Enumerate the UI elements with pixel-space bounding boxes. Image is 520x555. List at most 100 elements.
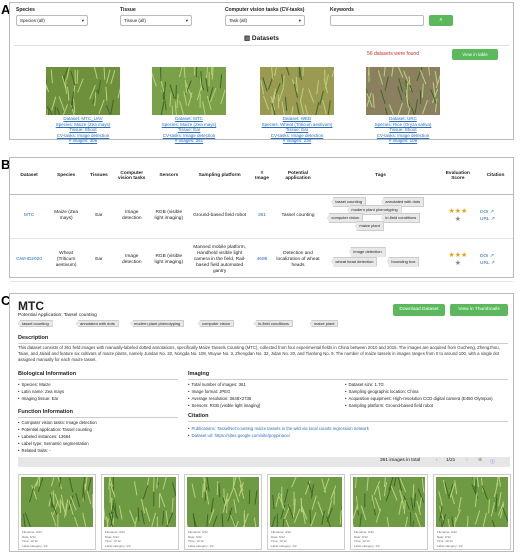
tag-chip[interactable]: image detection <box>349 246 386 257</box>
external-link-icon: ↗ <box>490 217 495 222</box>
tissue-select[interactable]: Tissue (all) ▾ <box>120 15 192 26</box>
info-text: Labeled instances: 13664 <box>21 434 71 439</box>
function-info-heading: Function Information <box>18 409 73 415</box>
info-item: Computer vision tasks: Image detection <box>18 419 97 426</box>
image-thumbnail-card[interactable]: Filename: 3/12 Date: 6/12 Time: 13:12 Label… <box>184 474 262 550</box>
publication-link[interactable]: Publications: TasselNet:counting maize t… <box>192 426 369 431</box>
dataset-detail-panel: MTC Potential Application: Tassel counti… <box>9 293 514 552</box>
col-evaluation-score[interactable]: Evaluation Score <box>437 158 478 195</box>
col-sampling-platform[interactable]: Sampling platform <box>187 158 252 195</box>
url-link[interactable]: URL <box>480 217 489 222</box>
info-text: Total number of images: 361 <box>191 382 246 387</box>
species-select[interactable]: Species (all) ▾ <box>16 15 88 26</box>
image-thumbnail-card[interactable]: Filename: 3/12 Date: 6/12 Time: 13:12 Label… <box>433 474 511 550</box>
info-text: Sensors: RGB (visible light imaging) <box>191 403 261 408</box>
tag-chip[interactable]: tassel counting <box>18 320 53 327</box>
image-thumbnail[interactable] <box>270 477 342 527</box>
url-link[interactable]: URL <box>480 261 489 266</box>
tag-chip[interactable]: bounding box <box>387 256 420 267</box>
col-potential-application[interactable]: Potential application <box>272 158 324 195</box>
dataset-card-caption[interactable]: Dataset: MTC_UAV Species: Maize (Zea mays… <box>37 116 129 144</box>
tag-chip[interactable]: annotated with dots <box>76 320 119 327</box>
image-thumbnail[interactable] <box>187 477 259 527</box>
image-thumbnail[interactable] <box>21 477 93 527</box>
dataset-thumbnail[interactable] <box>46 67 120 115</box>
help-icon[interactable]: ⓘ <box>490 458 495 465</box>
view-thumbnails-button[interactable]: View in Thumbnails <box>450 304 508 316</box>
description-text: This dataset consists of 361 field image… <box>18 345 500 362</box>
col-citation: Citation <box>477 158 513 195</box>
dataset-table: Dataset Species Tissues Computer vision … <box>10 158 513 282</box>
image-thumbnail-card[interactable]: Filename: 3/12 Date: 6/12 Time: 13:12 Label… <box>350 474 428 550</box>
search-icon: ⌕ <box>439 17 443 23</box>
image-thumbnail[interactable] <box>104 477 176 527</box>
next-page-icon[interactable]: › <box>466 458 468 463</box>
chevron-down-icon: ▾ <box>298 18 301 23</box>
external-link-icon: ↗ <box>489 253 494 259</box>
tag-chip[interactable]: modern plant phenotyping <box>130 320 185 327</box>
star-icon: ★ <box>461 208 468 215</box>
image-thumbnail[interactable] <box>353 477 425 527</box>
dataset-card-caption[interactable]: Dataset: WED Species: Wheat (Triticum aes… <box>251 116 343 144</box>
cell-image-count[interactable]: 4698 <box>251 238 273 282</box>
meta-line: Label category: 1/2 <box>271 543 297 548</box>
info-item: Sensors: RGB (visible light imaging) <box>188 402 261 409</box>
search-button[interactable]: ⌕ <box>429 15 453 26</box>
tag-chip[interactable]: in-field conditions <box>254 320 293 327</box>
thumbnail-meta: Filename: 3/12 Date: 6/12 Time: 13:12 Label… <box>22 530 48 548</box>
zoom-icon[interactable]: ⊕ <box>478 458 482 463</box>
keywords-label: Keywords <box>330 7 354 13</box>
tissue-select-value: Tissue (all) <box>124 18 146 23</box>
tag-chip[interactable]: maize plant <box>310 320 339 327</box>
col-cv-tasks[interactable]: Computer vision tasks <box>113 158 150 195</box>
external-link-icon: ↗ <box>490 260 495 266</box>
star-icon: ★ <box>454 216 461 223</box>
keywords-input[interactable] <box>330 15 424 26</box>
col-sensors[interactable]: Sensors <box>149 158 188 195</box>
cell-citation: DOI ↗ URL ↗ <box>477 194 513 239</box>
image-thumbnail-card[interactable]: Filename: 3/12 Date: 6/12 Time: 13:12 Label… <box>267 474 345 550</box>
dataset-thumbnail[interactable] <box>152 67 226 115</box>
star-icon: ★ <box>454 259 461 267</box>
info-text: Average resolution: 3648×2736 <box>191 396 252 401</box>
thumbnail-meta: Filename: 3/12 Date: 6/12 Time: 13:12 Label… <box>188 530 214 548</box>
dataset-thumbnail[interactable] <box>260 67 334 115</box>
info-item: Imaging tissue: Ear <box>18 395 64 402</box>
dataset-card-caption[interactable]: Dataset: URC Species: Rice (Oryza sativa)… <box>357 116 449 144</box>
caption-line: # images: 361 <box>174 138 204 143</box>
col-dataset[interactable]: Dataset <box>10 158 49 195</box>
cell-dataset-link[interactable]: GWHD2020 <box>10 238 49 282</box>
meta-line: Label category: 1/2 <box>22 543 48 548</box>
imaging-list-right: Dataset size: 1.7G Sampling geographic lo… <box>345 381 493 409</box>
table-header-row: Dataset Species Tissues Computer vision … <box>10 158 513 195</box>
tag-chip[interactable]: maize plant <box>355 221 384 231</box>
prev-page-icon[interactable]: ‹ <box>436 458 438 463</box>
cell-dataset-link[interactable]: MTC <box>10 194 49 239</box>
tag-chip[interactable]: in-field conditions <box>381 213 421 223</box>
cell-image-count[interactable]: 361 <box>251 194 273 239</box>
download-dataset-button[interactable]: Download Dataset <box>393 304 445 316</box>
image-thumbnail-card[interactable]: Filename: 3/12 Date: 6/12 Time: 13:12 Label… <box>101 474 179 550</box>
info-text: Computer vision tasks: Image detection <box>21 420 97 425</box>
tag-chip[interactable]: computer vision <box>198 320 235 327</box>
cell-score: ★★★ ★ <box>437 194 478 239</box>
doi-link[interactable]: DOI <box>480 210 489 215</box>
col-image-count[interactable]: # Image <box>251 158 273 195</box>
tag-chip[interactable]: wheat head detection <box>331 256 378 267</box>
thumbnail-meta: Filename: 3/12 Date: 6/12 Time: 13:12 Label… <box>354 530 380 548</box>
col-tags: Tags <box>323 158 438 195</box>
col-species[interactable]: Species <box>48 158 85 195</box>
image-thumbnail[interactable] <box>436 477 508 527</box>
info-item: Average resolution: 3648×2736 <box>188 395 260 402</box>
image-thumbnail-card[interactable]: Filename: 3/12 Date: 6/12 Time: 13:12 Label… <box>18 474 96 550</box>
dataset-thumbnail[interactable] <box>366 67 440 115</box>
doi-link[interactable]: DOI <box>480 254 489 259</box>
info-item: Latin name: Zea mays <box>18 388 65 395</box>
cv-task-select[interactable]: Task (all) ▾ <box>225 15 305 26</box>
col-tissues[interactable]: Tissues <box>84 158 114 195</box>
view-in-table-button[interactable]: View in table <box>452 49 498 60</box>
meta-line: Label category: 1/2 <box>354 543 380 548</box>
dataset-card-caption[interactable]: Dataset: MTC Species: Maize (Zea mays) Tis… <box>143 116 235 144</box>
dataset-url-link[interactable]: Dataset url: https://sites.google.com/si… <box>192 433 290 438</box>
table-row: GWHD2020 Wheat (Triticum aestivum) Ear Imag… <box>10 238 513 282</box>
